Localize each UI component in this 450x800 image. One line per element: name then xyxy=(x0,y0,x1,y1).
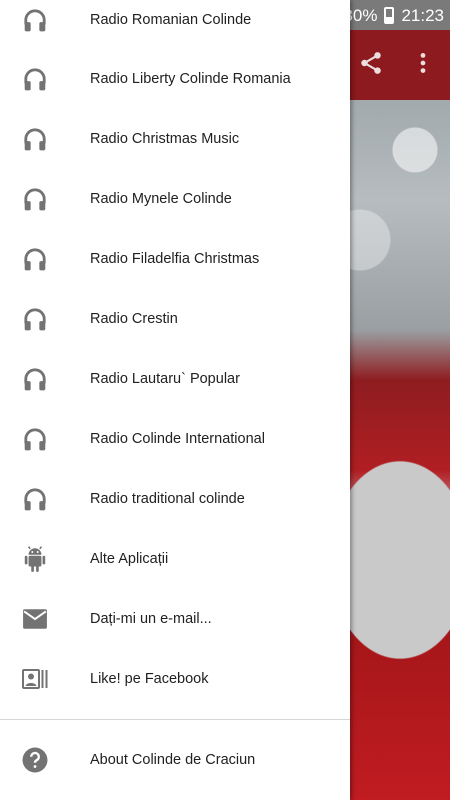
contact-card-icon xyxy=(22,666,48,692)
headphones-icon xyxy=(22,306,48,332)
battery-icon xyxy=(384,7,395,24)
drawer-item-label: Radio Mynele Colinde xyxy=(90,191,232,207)
drawer-item-label: Radio Crestin xyxy=(90,311,178,327)
email-icon xyxy=(22,606,48,632)
drawer-item-radio-christmas-music[interactable]: Radio Christmas Music xyxy=(0,109,350,169)
headphones-icon xyxy=(22,66,48,92)
drawer-item-alte-aplicatii[interactable]: Alte Aplicații xyxy=(0,529,350,589)
headphones-icon xyxy=(22,246,48,272)
headphones-icon xyxy=(22,186,48,212)
drawer-item-label: Radio Christmas Music xyxy=(90,131,240,147)
drawer-item-label: Radio Colinde International xyxy=(90,431,265,447)
android-icon xyxy=(22,546,48,572)
drawer-item-label: Dați-mi un e-mail... xyxy=(90,611,212,627)
drawer-item-label: Radio Romanian Colinde xyxy=(90,12,252,28)
drawer-item-radio-romanian-colinde[interactable]: Radio Romanian Colinde xyxy=(0,0,350,50)
headphones-icon xyxy=(22,426,48,452)
drawer-item-label: About Colinde de Craciun xyxy=(90,752,256,768)
drawer-divider xyxy=(0,719,350,720)
drawer-item-radio-colinde-international[interactable]: Radio Colinde International xyxy=(0,409,350,469)
drawer-item-radio-crestin[interactable]: Radio Crestin xyxy=(0,289,350,349)
headphones-icon xyxy=(22,7,48,33)
drawer-item-radio-lautaru-popular[interactable]: Radio Lautaru` Popular xyxy=(0,349,350,409)
drawer-item-radio-liberty-colinde-romania[interactable]: Radio Liberty Colinde Romania xyxy=(0,49,350,109)
drawer-item-facebook[interactable]: Like! pe Facebook xyxy=(0,649,350,709)
drawer-item-radio-filadelfia-christmas[interactable]: Radio Filadelfia Christmas xyxy=(0,229,350,289)
navigation-drawer: Radio Romanian Colinde Radio Liberty Col… xyxy=(0,0,350,800)
drawer-item-about[interactable]: About Colinde de Craciun xyxy=(0,730,350,790)
headphones-icon xyxy=(22,366,48,392)
more-vert-icon[interactable] xyxy=(416,50,430,81)
headphones-icon xyxy=(22,486,48,512)
clock: 21:23 xyxy=(401,5,444,25)
share-icon[interactable] xyxy=(358,50,384,81)
drawer-item-email[interactable]: Dați-mi un e-mail... xyxy=(0,589,350,649)
drawer-item-label: Radio Filadelfia Christmas xyxy=(90,251,260,267)
drawer-item-label: Radio traditional colinde xyxy=(90,491,245,507)
drawer-item-label: Radio Lautaru` Popular xyxy=(90,371,240,387)
drawer-item-radio-traditional-colinde[interactable]: Radio traditional colinde xyxy=(0,469,350,529)
drawer-item-label: Like! pe Facebook xyxy=(90,671,209,687)
drawer-item-label: Alte Aplicații xyxy=(90,551,169,567)
drawer-item-radio-mynele-colinde[interactable]: Radio Mynele Colinde xyxy=(0,169,350,229)
headphones-icon xyxy=(22,126,48,152)
help-icon xyxy=(22,747,48,773)
drawer-item-label: Radio Liberty Colinde Romania xyxy=(90,71,291,87)
drawer-list[interactable]: Radio Romanian Colinde Radio Liberty Col… xyxy=(0,0,350,720)
